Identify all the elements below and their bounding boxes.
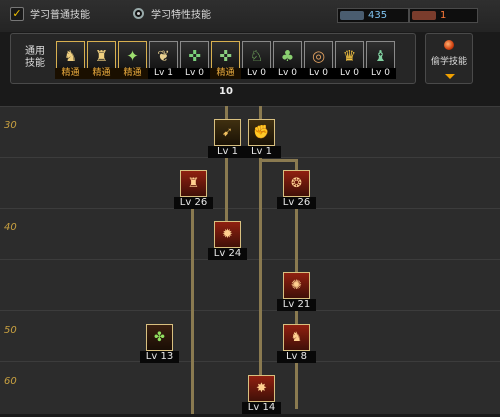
common-skills-label-text: 通用 技能: [25, 46, 45, 69]
row-level-label: 60: [4, 376, 17, 387]
common-skill-9[interactable]: ◎ Lv 0: [303, 41, 334, 81]
gem-icon: [444, 40, 454, 50]
skill-level: Lv 0: [365, 68, 396, 79]
leap-icon: ✦: [118, 41, 147, 70]
common-skill-10[interactable]: ♛ Lv 0: [334, 41, 365, 81]
common-skills-panel: 通用 技能 ♞ 精通 ♜ 精通 ✦ 精通 ❦ Lv 1 ✜ Lv 0 ✜ 精通 …: [10, 33, 416, 84]
tree-skill-kick[interactable]: ♞ Lv 8: [277, 324, 316, 366]
tree-top-marker: 10: [219, 86, 233, 97]
tp-points-box: 1: [409, 8, 478, 23]
sp-points-box: 435: [337, 8, 409, 23]
skill-level: Lv 8: [277, 351, 316, 363]
skill-level: Lv 14: [242, 402, 281, 414]
learn-normal-skills-label: 学习普通技能: [30, 10, 90, 21]
swirl-icon: ❂: [283, 170, 310, 197]
learn-special-skills-label: 学习特性技能: [151, 10, 211, 21]
row-level-label: 40: [4, 222, 17, 233]
fire-burst-icon: ✺: [283, 272, 310, 299]
wings-icon: ❦: [149, 41, 178, 70]
grab-icon: ✊: [248, 119, 275, 146]
steal-skill-label: 偷学技能: [430, 57, 467, 67]
skill-tree: 30 40 50 60 ➹ Lv 1 ✊ Lv 1 ♜ Lv 26 ❂ Lv 2…: [0, 106, 500, 414]
mount-icon: ♘: [242, 41, 271, 70]
explosion-icon: ✸: [248, 375, 275, 402]
skill-level: 精通: [55, 68, 86, 79]
skill-level: Lv 1: [242, 146, 281, 158]
row-band: [0, 259, 500, 311]
crosshair-gold-icon: ✜: [211, 41, 240, 70]
learn-special-skills-option[interactable]: 学习特性技能: [133, 6, 211, 21]
common-skill-6[interactable]: ✜ 精通: [210, 41, 241, 81]
row-band: [0, 208, 500, 260]
connector-line: [191, 191, 194, 414]
tp-value: 1: [440, 10, 447, 21]
sp-value: 435: [368, 10, 388, 21]
tree-skill-strike[interactable]: ✹ Lv 24: [208, 221, 247, 263]
green-figure-icon: ♝: [366, 41, 395, 70]
creature-icon: ♣: [273, 41, 302, 70]
row-level-label: 30: [4, 120, 17, 131]
tree-skill-pillar[interactable]: ♜ Lv 26: [174, 170, 213, 212]
sit-icon: ♞: [56, 41, 85, 70]
row-band: [0, 310, 500, 362]
skill-level: 精通: [117, 68, 148, 79]
skill-level: Lv 0: [241, 68, 272, 79]
dropdown-arrow-icon: [445, 74, 455, 79]
common-skill-2[interactable]: ♜ 精通: [86, 41, 117, 81]
skill-level: Lv 0: [334, 68, 365, 79]
skill-level: Lv 24: [208, 248, 247, 260]
target-ring-icon: ◎: [304, 41, 333, 70]
common-skill-4[interactable]: ❦ Lv 1: [148, 41, 179, 81]
poison-icon: ✤: [146, 324, 173, 351]
common-skill-1[interactable]: ♞ 精通: [55, 41, 86, 81]
pillar-icon: ♜: [180, 170, 207, 197]
skill-level: 精通: [210, 68, 241, 79]
strike-icon: ✹: [214, 221, 241, 248]
top-bar: ✓ 学习普通技能 学习特性技能 435 1: [0, 0, 500, 32]
tree-skill-swirl[interactable]: ❂ Lv 26: [277, 170, 316, 212]
skill-level: Lv 13: [140, 351, 179, 363]
tree-skill-dash[interactable]: ➹ Lv 1: [208, 119, 247, 161]
common-skill-8[interactable]: ♣ Lv 0: [272, 41, 303, 81]
common-skill-11[interactable]: ♝ Lv 0: [365, 41, 396, 81]
tree-skill-poison[interactable]: ✤ Lv 13: [140, 324, 179, 366]
skill-level: 精通: [86, 68, 117, 79]
skill-level: Lv 26: [277, 197, 316, 209]
tree-skill-grab[interactable]: ✊ Lv 1: [242, 119, 281, 161]
common-skills-label: 通用 技能: [25, 46, 49, 70]
row-band: [0, 157, 500, 209]
crouch-icon: ♜: [87, 41, 116, 70]
common-skill-5[interactable]: ✜ Lv 0: [179, 41, 210, 81]
steal-skill-button[interactable]: 偷学技能: [425, 33, 473, 84]
common-skill-3[interactable]: ✦ 精通: [117, 41, 148, 81]
skill-level: Lv 21: [277, 299, 316, 311]
tree-skill-fire-burst[interactable]: ✺ Lv 21: [277, 272, 316, 314]
checkbox-checked-icon[interactable]: ✓: [10, 6, 24, 21]
skill-level: Lv 1: [148, 68, 179, 79]
row-level-label: 50: [4, 325, 17, 336]
tree-skill-explosion[interactable]: ✸ Lv 14: [242, 375, 281, 417]
common-skill-7[interactable]: ♘ Lv 0: [241, 41, 272, 81]
skill-level: Lv 0: [303, 68, 334, 79]
skill-level: Lv 26: [174, 197, 213, 209]
skill-level: Lv 0: [179, 68, 210, 79]
skill-level: Lv 0: [272, 68, 303, 79]
radio-button-icon[interactable]: [133, 8, 144, 19]
dash-icon: ➹: [214, 119, 241, 146]
crosshair-icon: ✜: [180, 41, 209, 70]
learn-normal-skills-option[interactable]: ✓ 学习普通技能: [10, 6, 90, 21]
tp-tag-icon: [412, 11, 436, 20]
kick-icon: ♞: [283, 324, 310, 351]
sp-tag-icon: [340, 11, 364, 20]
golden-figure-icon: ♛: [335, 41, 364, 70]
